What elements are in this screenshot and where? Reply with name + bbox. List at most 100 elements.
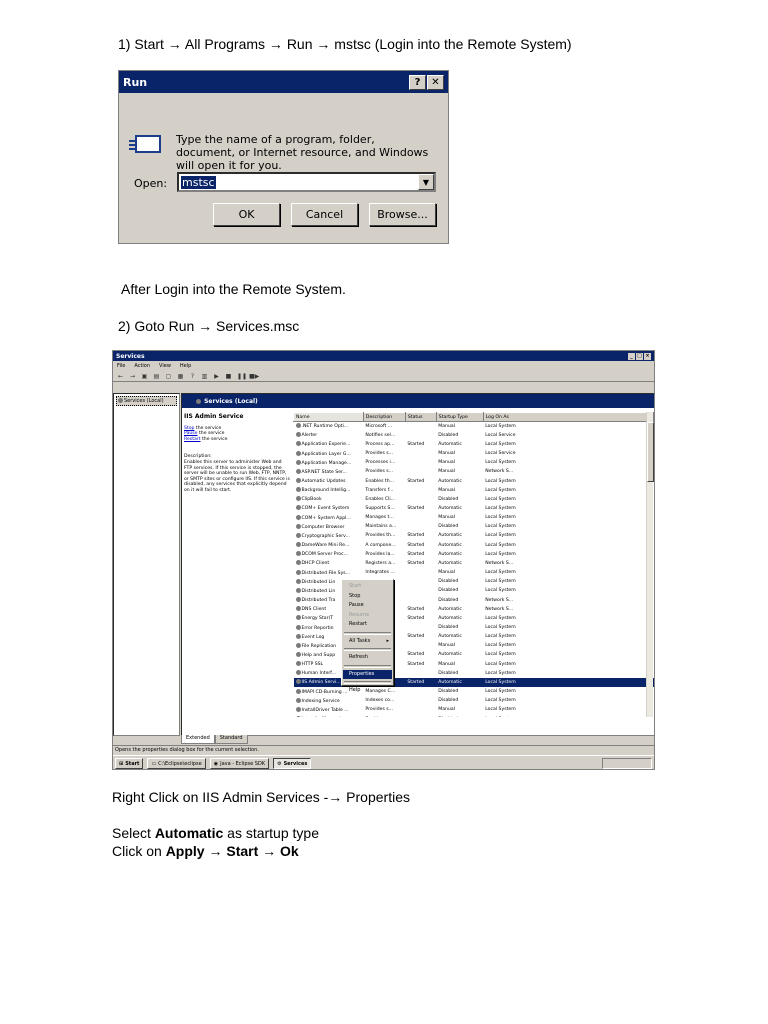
tree-node-services-local[interactable]: Services (Local) <box>116 396 177 406</box>
service-gear-icon <box>295 597 301 603</box>
table-row[interactable]: InstallDriver Table ... Provides s... Manu… <box>294 705 654 714</box>
table-row[interactable]: Application Manage... Processes i... Manua… <box>294 458 654 467</box>
table-cell: Automatic <box>436 677 484 688</box>
context-menu: Start Stop Pause Resume Restart All Task… <box>341 579 394 693</box>
table-cell: Started <box>407 505 425 511</box>
table-row[interactable]: DameWare Mini Re... A compone... Started Au… <box>294 541 654 550</box>
browse-button[interactable]: Browse... <box>369 203 436 226</box>
menu-item-pause[interactable]: Pause <box>343 601 392 611</box>
taskbar-item-eclipse-folder[interactable]: ▭ C:\Eclipse\eclipse <box>147 758 206 769</box>
start-button[interactable]: ⊞ Start <box>115 758 144 769</box>
service-name: File Replication <box>301 643 337 649</box>
run-dialog: Run ? ✕ Type the name of a program, fold… <box>118 70 449 244</box>
minimize-button[interactable]: _ <box>628 352 635 360</box>
menu-item-restart[interactable]: Restart <box>343 620 392 630</box>
properties-icon[interactable]: ▦ <box>177 373 184 380</box>
vertical-scrollbar[interactable] <box>646 412 654 717</box>
table-row[interactable]: ClipBook Enables Cli... Disabled Local Syst… <box>294 495 654 504</box>
tab-standard[interactable]: Standard <box>214 735 248 744</box>
taskbar-item-services[interactable]: ⚙ Services <box>273 758 312 769</box>
table-row[interactable]: Application Layer G... Provides s... Manua… <box>294 449 654 458</box>
cancel-button[interactable]: Cancel <box>291 203 358 226</box>
chevron-down-icon[interactable]: ▼ <box>418 174 434 190</box>
menu-view[interactable]: View <box>159 363 171 369</box>
table-row[interactable]: COM+ Event System Supports S... Started Aut… <box>294 504 654 513</box>
table-row[interactable]: DCOM Server Proc... Provides la... Started… <box>294 550 654 559</box>
status-bar: Opens the properties dialog box for the … <box>113 745 654 754</box>
system-tray <box>602 758 652 769</box>
service-name: ASP.NET State Ser... <box>301 469 347 475</box>
menu-file[interactable]: File <box>117 363 125 369</box>
column-header[interactable]: Log On As <box>482 412 654 422</box>
forward-icon[interactable]: → <box>129 373 136 380</box>
table-row[interactable]: Cryptographic Serv... Provides th... Start… <box>294 531 654 540</box>
table-row[interactable]: Alerter Notifies sel... Disabled Local Serv… <box>294 431 654 440</box>
run-description: Type the name of a program, folder, docu… <box>176 133 429 172</box>
table-row[interactable]: .NET Runtime Opti... Microsoft ... Manual L… <box>294 422 654 431</box>
table-row[interactable]: Computer Browser Maintains a... Disabled Lo… <box>294 522 654 531</box>
select-prefix: Select <box>112 825 155 841</box>
restart-icon[interactable]: ■▶ <box>249 373 259 380</box>
table-row[interactable]: Distributed File Sys... Integrates ... Man… <box>294 568 654 577</box>
link-suffix: the service <box>195 425 222 431</box>
pause-link[interactable]: Pause <box>184 431 198 436</box>
table-cell <box>405 449 436 458</box>
menu-item-start[interactable]: Start <box>343 582 392 592</box>
table-cell: ClipBook <box>294 495 364 504</box>
up-icon[interactable]: ▣ <box>141 373 148 380</box>
table-row[interactable]: COM+ System Appl... Manages t... Manual Loc… <box>294 513 654 522</box>
table-cell: Application Experie... <box>294 440 364 449</box>
close-button[interactable]: × <box>644 352 651 360</box>
stop-link[interactable]: Stop <box>184 426 194 431</box>
table-cell: Automatic <box>438 505 462 511</box>
menu-item-properties[interactable]: Properties <box>343 669 392 679</box>
stop-icon[interactable]: ■ <box>225 373 232 380</box>
gear-icon: ⚙ <box>277 760 282 767</box>
column-header[interactable]: Description <box>362 412 406 422</box>
column-header[interactable]: Name <box>293 412 364 422</box>
help-icon[interactable]: ? <box>189 373 196 380</box>
pause-icon[interactable]: ❚❚ <box>237 373 247 380</box>
table-row[interactable]: Application Experie... Process ap... Start… <box>294 440 654 449</box>
scroll-thumb[interactable] <box>647 422 654 482</box>
maximize-button[interactable]: □ <box>636 352 643 360</box>
table-row[interactable]: Indexing Service Indexes co... Disabled Loc… <box>294 696 654 705</box>
menu-action[interactable]: Action <box>134 363 150 369</box>
step-2-text: 2) Goto Run → Services.msc <box>118 318 300 334</box>
step-1-text: 1) Start → All Programs → Run → mstsc (L… <box>118 36 572 52</box>
service-gear-icon <box>295 432 301 438</box>
refresh-icon[interactable]: ▥ <box>201 373 208 380</box>
column-header[interactable]: Startup Type <box>435 412 484 422</box>
table-cell <box>405 696 436 705</box>
menu-item-all-tasks[interactable]: All Tasks ▸ <box>343 637 392 647</box>
description-text: Enables this server to administer Web an… <box>184 459 290 493</box>
menu-item-stop[interactable]: Stop <box>343 592 392 602</box>
restart-link[interactable]: Restart <box>184 437 201 442</box>
table-row[interactable]: Automatic Updates Enables th... Started Aut… <box>294 476 654 485</box>
ok-button[interactable]: OK <box>213 203 280 226</box>
menu-item-refresh[interactable]: Refresh <box>343 653 392 663</box>
table-cell: Integrates ... <box>365 570 395 576</box>
service-gear-icon <box>295 487 301 493</box>
console-tree-icon[interactable]: ▤ <box>153 373 160 380</box>
table-row[interactable]: ASP.NET State Ser... Provides s... Manual N… <box>294 467 654 476</box>
tab-extended[interactable]: Extended <box>181 735 215 744</box>
table-row[interactable]: Background Intellig... Transfers f... Manu… <box>294 486 654 495</box>
back-icon[interactable]: ← <box>117 373 124 380</box>
table-row[interactable]: Intersite MessagingEnables me... Disabled… <box>294 715 654 717</box>
column-header[interactable]: Status <box>404 412 437 422</box>
menu-item-help[interactable]: Help <box>343 686 392 696</box>
menu-item-resume[interactable]: Resume <box>343 611 392 621</box>
close-button[interactable]: ✕ <box>427 74 444 90</box>
taskbar-item-eclipse-sdk[interactable]: ◉ Java - Eclipse SDK <box>209 758 270 769</box>
menu-help[interactable]: Help <box>180 363 191 369</box>
service-gear-icon <box>295 706 301 712</box>
table-cell: Provides la... <box>365 551 395 557</box>
help-button[interactable]: ? <box>409 74 426 90</box>
open-input[interactable]: mstsc ▼ <box>177 172 436 192</box>
play-icon[interactable]: ▶ <box>213 373 220 380</box>
service-gear-icon <box>295 624 301 630</box>
export-icon[interactable]: ▢ <box>165 373 172 380</box>
table-row[interactable]: DHCP Client Registers a... Started Automati… <box>294 559 654 568</box>
service-name: Application Manage... <box>301 460 352 466</box>
